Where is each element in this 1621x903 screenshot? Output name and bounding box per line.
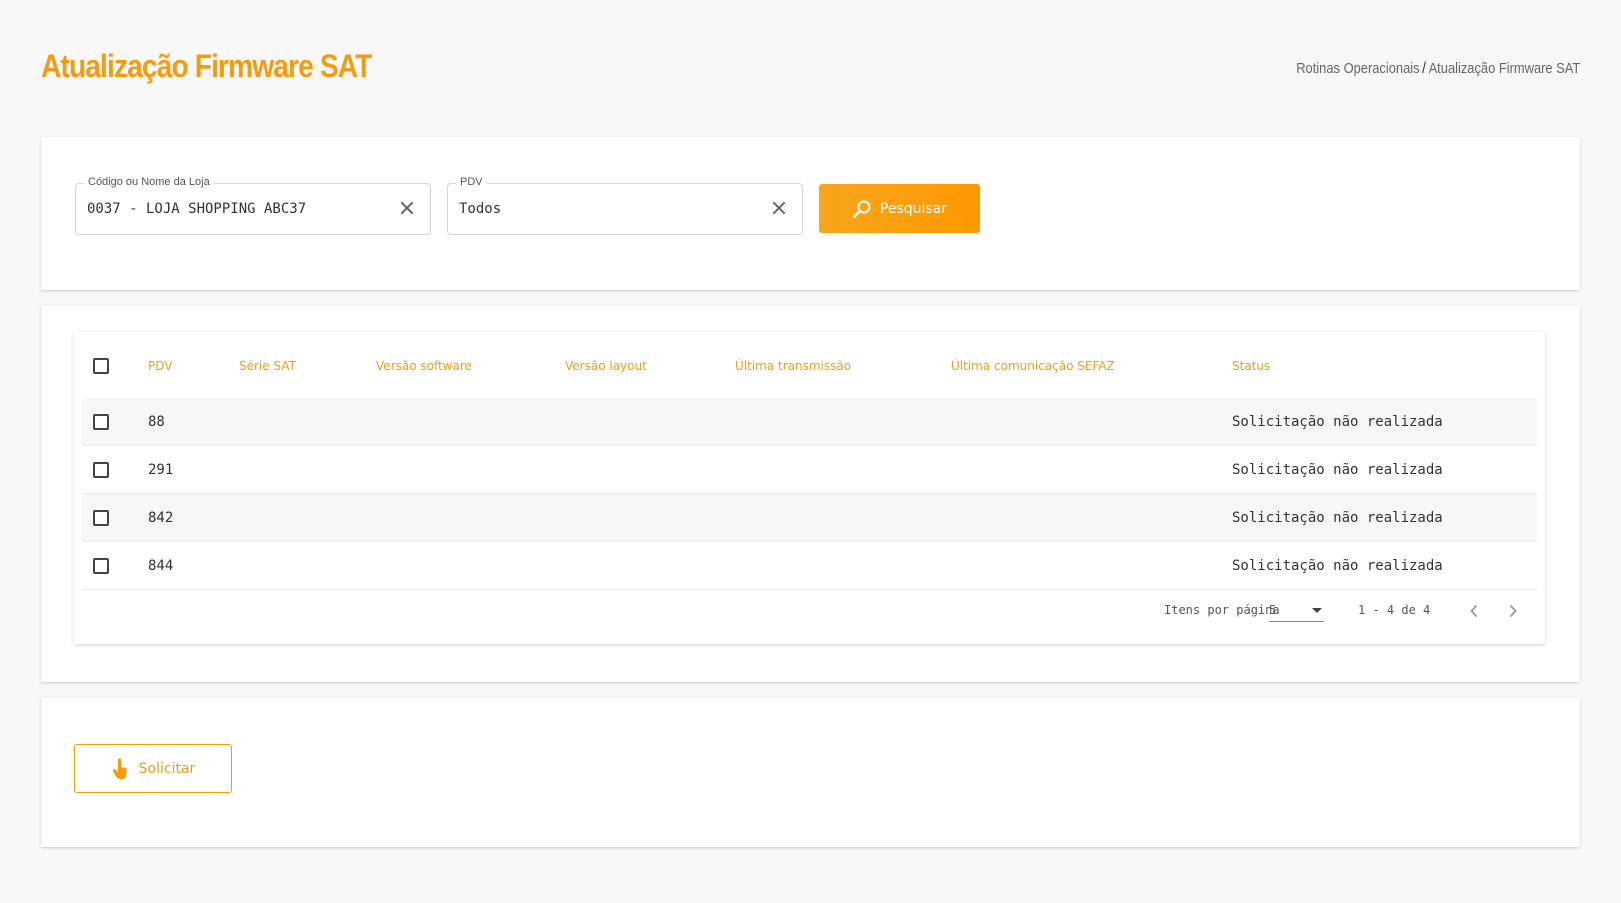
solicitar-button-label: Solicitar — [138, 760, 196, 777]
row-checkbox[interactable] — [93, 414, 109, 430]
table-row[interactable]: 842 Solicitação não realizada — [82, 494, 1537, 542]
pdv-input[interactable] — [459, 201, 739, 217]
filters-card: Código ou Nome da Loja PDV Pesquisar — [41, 137, 1580, 290]
pdv-field[interactable]: PDV — [447, 176, 803, 235]
cell-status: Solicitação não realizada — [1232, 462, 1443, 478]
chevron-left-icon — [1470, 604, 1478, 618]
table-header: PDV Série SAT Versão software Versão lay… — [82, 332, 1537, 398]
breadcrumb-item-current: Atualização Firmware SAT — [1428, 60, 1580, 77]
items-per-page-select[interactable]: 5 — [1269, 598, 1324, 622]
page-range: 1 - 4 de 4 — [1358, 603, 1431, 617]
table-row[interactable]: 844 Solicitação não realizada — [82, 542, 1537, 590]
table-row[interactable]: 291 Solicitação não realizada — [82, 446, 1537, 494]
row-checkbox[interactable] — [93, 558, 109, 574]
column-header-versao-software[interactable]: Versão software — [376, 359, 472, 373]
column-header-serie-sat[interactable]: Série SAT — [239, 359, 296, 373]
cell-status: Solicitação não realizada — [1232, 510, 1443, 526]
cell-pdv: 291 — [148, 462, 174, 478]
cell-status: Solicitação não realizada — [1232, 558, 1443, 574]
row-checkbox[interactable] — [93, 510, 109, 526]
column-header-ultima-transmissao[interactable]: Última transmissão — [735, 359, 851, 373]
search-button[interactable]: Pesquisar — [819, 184, 980, 233]
breadcrumb-item-rotinas[interactable]: Rotinas Operacionais — [1296, 60, 1419, 77]
loja-field[interactable]: Código ou Nome da Loja — [75, 176, 431, 235]
breadcrumb-separator: / — [1421, 60, 1426, 77]
column-header-pdv[interactable]: PDV — [148, 359, 172, 373]
table-row[interactable]: 88 Solicitação não realizada — [82, 398, 1537, 446]
actions-card: Solicitar — [41, 698, 1580, 847]
cell-pdv: 842 — [148, 510, 174, 526]
select-all-checkbox[interactable] — [93, 358, 109, 374]
breadcrumb: Rotinas Operacionais / Atualização Firmwar… — [1296, 60, 1580, 78]
data-table: PDV Série SAT Versão software Versão lay… — [74, 332, 1545, 644]
column-header-versao-layout[interactable]: Versão layout — [565, 359, 647, 373]
loja-input[interactable] — [87, 201, 367, 217]
table-card: PDV Série SAT Versão software Versão lay… — [41, 306, 1580, 682]
chevron-down-icon — [1312, 608, 1322, 613]
solicitar-button[interactable]: Solicitar — [74, 744, 232, 793]
items-per-page-value: 5 — [1269, 603, 1277, 617]
cell-pdv: 88 — [148, 414, 165, 430]
pdv-field-label: PDV — [456, 176, 487, 188]
loja-field-label: Código ou Nome da Loja — [84, 176, 214, 188]
hand-pointer-icon — [112, 757, 127, 779]
page-title: Atualização Firmware SAT — [41, 48, 372, 84]
close-icon[interactable] — [398, 199, 416, 217]
row-checkbox[interactable] — [93, 462, 109, 478]
cell-pdv: 844 — [148, 558, 174, 574]
cell-status: Solicitação não realizada — [1232, 414, 1443, 430]
previous-page-button[interactable] — [1460, 597, 1488, 625]
search-button-label: Pesquisar — [879, 200, 948, 217]
column-header-status[interactable]: Status — [1232, 359, 1270, 373]
items-per-page-label: Itens por página — [1164, 603, 1280, 617]
next-page-button[interactable] — [1499, 597, 1527, 625]
search-icon — [853, 200, 871, 218]
paginator: Itens por página 5 1 - 4 de 4 — [74, 594, 1545, 630]
chevron-right-icon — [1509, 604, 1517, 618]
column-header-ultima-comunicacao-sefaz[interactable]: Última comunicação SEFAZ — [951, 359, 1115, 373]
close-icon[interactable] — [770, 199, 788, 217]
